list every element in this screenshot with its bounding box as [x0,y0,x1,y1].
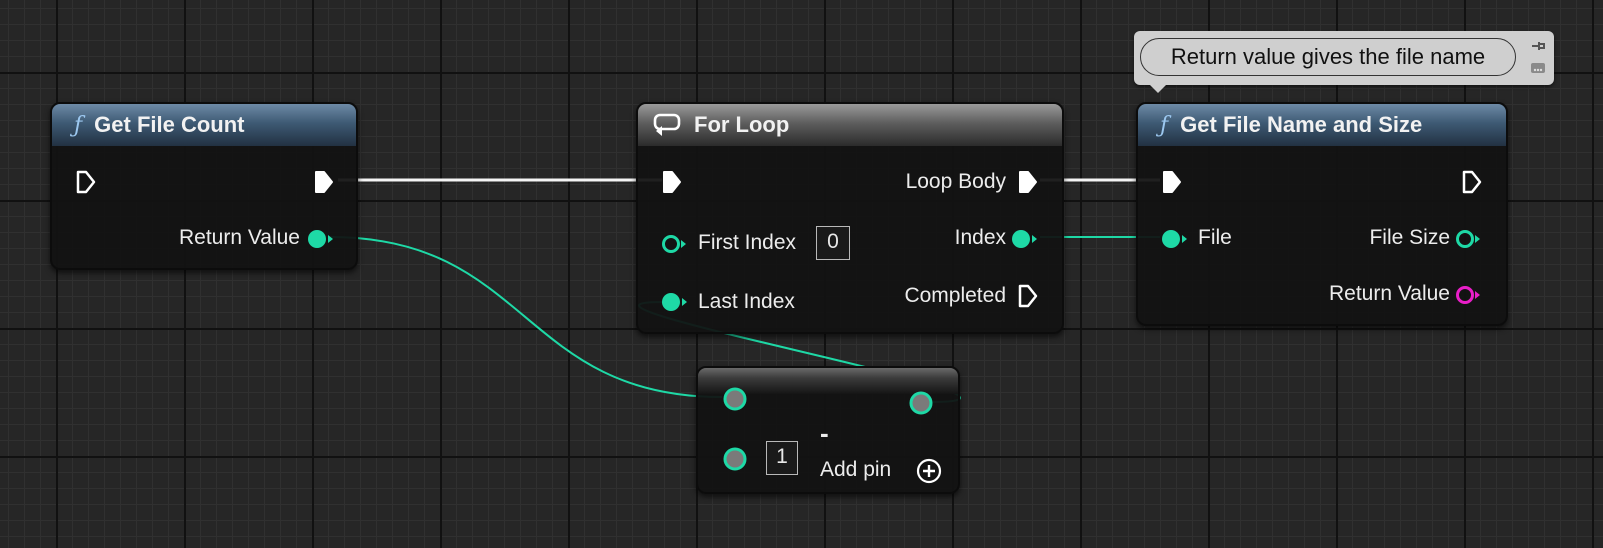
node-title: Get File Name and Size [1180,112,1423,137]
node-title: Get File Count [94,112,245,137]
loop-body-label: Loop Body [905,170,1006,193]
get-file-name-and-size-header[interactable]: ƒ Get File Name and Size [1138,104,1506,146]
last-index-pin[interactable] [660,290,688,314]
subtract-input-a-pin[interactable] [722,386,748,412]
add-pin-plus-icon[interactable] [916,458,942,484]
loop-body-exec-pin[interactable] [1018,170,1038,194]
completed-label: Completed [904,284,1006,307]
subtract-output-pin[interactable] [908,390,934,416]
comment-tail [1150,85,1166,93]
exec-in-pin[interactable] [662,170,682,194]
for-loop-header[interactable]: For Loop [638,104,1062,146]
add-pin-label[interactable]: Add pin [820,458,891,482]
exec-in-pin[interactable] [76,170,96,194]
completed-exec-pin[interactable] [1018,284,1038,308]
pin-comment-icon[interactable] [1530,39,1546,53]
last-index-label: Last Index [698,290,795,313]
get-file-count-header[interactable]: ƒ Get File Count [52,104,356,146]
exec-out-pin[interactable] [1462,170,1482,194]
subtract-input-b-pin[interactable] [722,446,748,472]
first-index-label: First Index [698,231,797,254]
file-size-label: File Size [1369,226,1450,249]
comment-bubble[interactable]: Return value gives the file name [1134,31,1554,93]
first-index-input[interactable]: 0 [816,226,850,260]
for-loop-node[interactable]: For Loop Loop Body First Index 0 Index L… [636,102,1064,334]
subtract-node[interactable]: - 1 Add pin [696,366,960,494]
exec-in-pin[interactable] [1162,170,1182,194]
comment-options-icon[interactable] [1530,61,1546,75]
index-label: Index [954,226,1006,249]
get-file-name-and-size-node[interactable]: ƒ Get File Name and Size File File Size … [1136,102,1508,326]
subtract-input-b-value[interactable]: 1 [766,441,798,475]
loop-icon [652,112,686,138]
file-size-pin[interactable] [1454,227,1482,251]
return-value-pin[interactable] [1454,283,1482,307]
function-icon: ƒ [1160,112,1169,138]
first-index-pin[interactable] [660,232,688,256]
return-value-label: Return Value [178,226,300,249]
subtract-operator: - [820,418,829,448]
comment-text[interactable]: Return value gives the file name [1140,38,1516,76]
function-icon: ƒ [74,112,83,138]
node-title: For Loop [694,112,790,137]
exec-out-pin[interactable] [314,170,334,194]
index-pin[interactable] [1010,227,1038,251]
file-label: File [1198,226,1232,249]
return-value-pin[interactable] [306,227,334,251]
get-file-count-node[interactable]: ƒ Get File Count Return Value [50,102,358,270]
file-pin[interactable] [1160,227,1188,251]
return-value-label: Return Value [1328,282,1450,305]
